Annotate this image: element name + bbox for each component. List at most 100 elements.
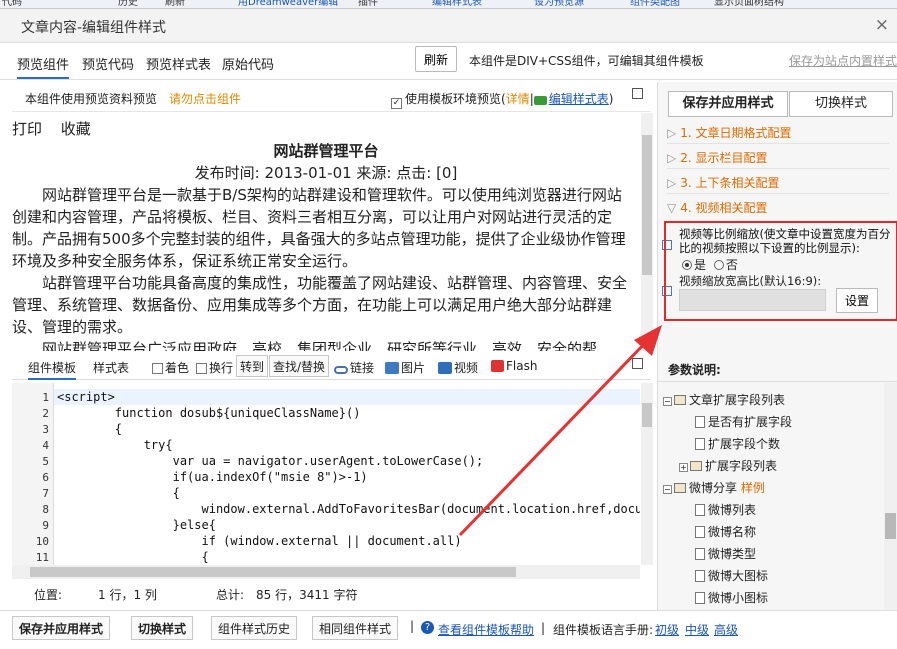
image-icon bbox=[385, 362, 399, 374]
tab-preview-component[interactable]: 预览组件 bbox=[17, 54, 70, 79]
tab-component-template[interactable]: 组件模板 bbox=[28, 359, 77, 380]
tree-node[interactable]: 微博类型 bbox=[695, 545, 756, 562]
tree-node[interactable]: − 文章扩展字段列表 bbox=[663, 391, 785, 408]
editor-horizontal-scrollbar[interactable] bbox=[12, 565, 640, 579]
edit-css-link[interactable]: 编辑样式表 bbox=[549, 92, 609, 106]
wrap-checkbox[interactable]: 换行 bbox=[196, 359, 233, 376]
line-gutter: 1 2 3 4 5 6 7 8 9 10 11 bbox=[12, 383, 54, 565]
style-history-button[interactable]: 组件样式历史 bbox=[211, 616, 298, 640]
code-editor[interactable]: 1 2 3 4 5 6 7 8 9 10 11 <script> functio… bbox=[12, 383, 640, 565]
print-link[interactable]: 打印 bbox=[12, 120, 42, 138]
line-number: 5 bbox=[42, 455, 49, 468]
folder-icon bbox=[674, 483, 686, 493]
preview-label: 本组件使用预览资料预览 bbox=[25, 92, 158, 106]
manual-basic-link[interactable]: 初级 bbox=[655, 621, 679, 638]
image-button[interactable]: 图片 bbox=[385, 359, 425, 376]
scroll-thumb[interactable] bbox=[30, 567, 516, 577]
separator: | bbox=[410, 619, 415, 633]
find-replace-button[interactable]: 查找/替换 bbox=[269, 355, 330, 377]
tree-node[interactable]: 是否有扩展字段 bbox=[695, 413, 792, 430]
section-prev-next[interactable]: ▷ 3. 上下条相关配置 bbox=[667, 172, 889, 194]
maximize-icon[interactable] bbox=[632, 88, 643, 99]
line-number: 4 bbox=[42, 439, 49, 452]
section-column-display[interactable]: ▷ 2. 显示栏目配置 bbox=[667, 147, 889, 169]
scroll-thumb[interactable] bbox=[885, 513, 896, 539]
close-icon[interactable]: × bbox=[875, 15, 889, 35]
video-label: 视频 bbox=[454, 361, 479, 375]
maximize-icon[interactable] bbox=[632, 358, 643, 369]
tab-bar: 预览组件 预览代码 预览样式表 原始代码 刷新 本组件是DIV+CSS组件，可编… bbox=[0, 34, 897, 80]
expand-icon[interactable]: + bbox=[679, 463, 688, 472]
bg-item: 组件类配图 bbox=[630, 0, 680, 8]
tab-stylesheet[interactable]: 样式表 bbox=[93, 359, 129, 376]
tree-node[interactable]: + 扩展字段列表 bbox=[679, 457, 777, 474]
article-title: 网站群管理平台 bbox=[273, 142, 379, 160]
detail-link[interactable]: 详情 bbox=[506, 92, 530, 106]
folder-icon bbox=[674, 395, 686, 405]
tree-node[interactable]: 微博列表 bbox=[695, 501, 756, 518]
video-button[interactable]: 视频 bbox=[438, 359, 478, 376]
tree-node[interactable]: 微博小图标 bbox=[695, 589, 768, 606]
bg-item: 设为预览源 bbox=[534, 0, 584, 8]
switch-style-button[interactable]: 切换样式 bbox=[789, 91, 893, 117]
save-site-style-link[interactable]: 保存为站点内置样式 bbox=[789, 52, 897, 69]
line-number: 3 bbox=[42, 423, 49, 436]
document-icon bbox=[695, 592, 705, 604]
tree-label: 微博列表 bbox=[708, 503, 757, 517]
article-body: 网站群管理平台是一款基于B/S架构的站群建设和管理软件。可以使用纯浏览器进行网站… bbox=[12, 184, 636, 351]
preview-scrollbar[interactable] bbox=[641, 113, 653, 351]
section-label: 3. 上下条相关配置 bbox=[680, 176, 780, 190]
document-icon bbox=[695, 438, 705, 450]
code-line: }else{ bbox=[57, 518, 216, 532]
separator: | bbox=[541, 621, 546, 635]
tree-node[interactable]: − 微博分享 样例 bbox=[663, 479, 765, 496]
video-icon bbox=[438, 362, 452, 374]
collapse-icon[interactable]: − bbox=[663, 397, 672, 406]
tree-node[interactable]: 扩展字段个数 bbox=[695, 435, 780, 452]
refresh-button[interactable]: 刷新 bbox=[415, 46, 457, 72]
manual-advanced-link[interactable]: 高级 bbox=[714, 621, 738, 638]
goto-button[interactable]: 转到 bbox=[236, 355, 269, 377]
tree-scrollbar[interactable] bbox=[884, 383, 897, 610]
color-checkbox[interactable]: 着色 bbox=[152, 359, 189, 376]
tab-preview-code[interactable]: 预览代码 bbox=[82, 54, 134, 73]
image-label: 图片 bbox=[401, 361, 426, 375]
line-number: 6 bbox=[42, 471, 49, 484]
flash-button[interactable]: Flash bbox=[491, 359, 537, 373]
tree-label: 微博分享 bbox=[689, 481, 738, 495]
scroll-thumb[interactable] bbox=[642, 403, 652, 427]
template-help-link[interactable]: 查看组件模板帮助 bbox=[438, 621, 534, 638]
scroll-thumb[interactable] bbox=[642, 135, 652, 275]
checkbox-checked-icon: ✓ bbox=[391, 98, 402, 109]
folder-icon bbox=[690, 461, 702, 471]
tree-node[interactable]: 微博大图标 bbox=[695, 567, 768, 584]
manual-intermediate-link[interactable]: 中级 bbox=[685, 621, 709, 638]
section-date-format[interactable]: ▷ 1. 文章日期格式配置 bbox=[667, 122, 889, 144]
template-env-checkbox[interactable]: ✓ 使用模板环境预览(详情| 编辑样式表) bbox=[391, 90, 613, 109]
tab-raw-code[interactable]: 原始代码 bbox=[222, 54, 274, 73]
article-paragraph: 网站群管理平台是一款基于B/S架构的站群建设和管理软件。可以使用纯浏览器进行网站… bbox=[12, 186, 626, 270]
checkbox-label: 换行 bbox=[209, 361, 234, 375]
tree-label: 是否有扩展字段 bbox=[708, 415, 793, 429]
favorite-link[interactable]: 收藏 bbox=[61, 120, 91, 138]
section-video[interactable]: ▽ 4. 视频相关配置 bbox=[667, 197, 889, 219]
editor-vertical-scrollbar[interactable] bbox=[641, 383, 653, 565]
checkbox-label: 使用模板环境预览( bbox=[405, 92, 506, 106]
bg-item: 显示页面树结构 bbox=[714, 0, 784, 8]
collapse-icon[interactable]: − bbox=[663, 485, 672, 494]
save-apply-button[interactable]: 保存并应用样式 bbox=[12, 616, 111, 640]
link-button[interactable]: 链接 bbox=[334, 359, 374, 376]
code-line: function dosub${uniqueClassName}() bbox=[57, 406, 361, 420]
example-link[interactable]: 样例 bbox=[741, 481, 765, 495]
tree-node[interactable]: 微博名称 bbox=[695, 523, 756, 540]
document-icon bbox=[695, 570, 705, 582]
switch-style-button[interactable]: 切换样式 bbox=[131, 616, 194, 640]
paren-close: ) bbox=[608, 92, 614, 106]
same-style-button[interactable]: 相同组件样式 bbox=[312, 616, 399, 640]
tab-preview-css[interactable]: 预览样式表 bbox=[146, 54, 211, 73]
line-number: 11 bbox=[35, 551, 49, 564]
highlight-box bbox=[664, 221, 897, 321]
editor-status: 位置: 1 行，1 列 总计: 85 行，3411 字符 bbox=[12, 580, 650, 608]
tree-label: 微博小图标 bbox=[708, 591, 769, 605]
save-apply-button[interactable]: 保存并应用样式 bbox=[668, 91, 788, 117]
